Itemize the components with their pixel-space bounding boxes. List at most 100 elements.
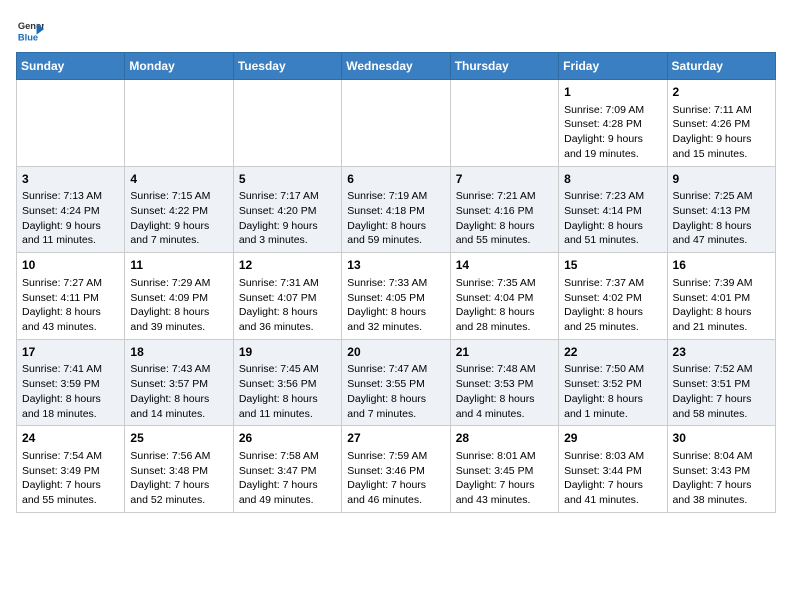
sunset-text: Sunset: 3:43 PM [673,464,770,479]
sunset-text: Sunset: 4:20 PM [239,204,336,219]
calendar-cell: 12Sunrise: 7:31 AMSunset: 4:07 PMDayligh… [233,253,341,340]
sunset-text: Sunset: 3:48 PM [130,464,227,479]
sunrise-text: Sunrise: 7:29 AM [130,276,227,291]
sunset-text: Sunset: 4:26 PM [673,117,770,132]
day-number: 24 [22,430,119,447]
logo-icon: General Blue [16,16,44,44]
sunrise-text: Sunrise: 7:35 AM [456,276,553,291]
sunrise-text: Sunrise: 7:39 AM [673,276,770,291]
sunrise-text: Sunrise: 7:50 AM [564,362,661,377]
daylight-text: Daylight: 8 hours and 4 minutes. [456,392,553,421]
daylight-text: Daylight: 8 hours and 36 minutes. [239,305,336,334]
sunset-text: Sunset: 3:49 PM [22,464,119,479]
sunrise-text: Sunrise: 7:47 AM [347,362,444,377]
sunrise-text: Sunrise: 7:33 AM [347,276,444,291]
weekday-header-friday: Friday [559,53,667,80]
calendar-cell [17,80,125,167]
daylight-text: Daylight: 7 hours and 49 minutes. [239,478,336,507]
calendar-week-row: 17Sunrise: 7:41 AMSunset: 3:59 PMDayligh… [17,339,776,426]
sunrise-text: Sunrise: 7:59 AM [347,449,444,464]
day-number: 15 [564,257,661,274]
calendar-cell: 17Sunrise: 7:41 AMSunset: 3:59 PMDayligh… [17,339,125,426]
calendar-cell: 2Sunrise: 7:11 AMSunset: 4:26 PMDaylight… [667,80,775,167]
daylight-text: Daylight: 8 hours and 59 minutes. [347,219,444,248]
daylight-text: Daylight: 7 hours and 46 minutes. [347,478,444,507]
daylight-text: Daylight: 8 hours and 21 minutes. [673,305,770,334]
sunrise-text: Sunrise: 7:31 AM [239,276,336,291]
calendar-cell [450,80,558,167]
sunset-text: Sunset: 4:13 PM [673,204,770,219]
day-number: 21 [456,344,553,361]
calendar-cell: 4Sunrise: 7:15 AMSunset: 4:22 PMDaylight… [125,166,233,253]
weekday-header-thursday: Thursday [450,53,558,80]
day-number: 4 [130,171,227,188]
day-number: 25 [130,430,227,447]
calendar-cell: 22Sunrise: 7:50 AMSunset: 3:52 PMDayligh… [559,339,667,426]
weekday-header-saturday: Saturday [667,53,775,80]
sunrise-text: Sunrise: 8:03 AM [564,449,661,464]
calendar-cell: 8Sunrise: 7:23 AMSunset: 4:14 PMDaylight… [559,166,667,253]
sunrise-text: Sunrise: 8:04 AM [673,449,770,464]
calendar-cell: 19Sunrise: 7:45 AMSunset: 3:56 PMDayligh… [233,339,341,426]
calendar-cell [125,80,233,167]
day-number: 9 [673,171,770,188]
sunrise-text: Sunrise: 7:25 AM [673,189,770,204]
sunset-text: Sunset: 4:01 PM [673,291,770,306]
calendar-cell [342,80,450,167]
daylight-text: Daylight: 7 hours and 52 minutes. [130,478,227,507]
sunset-text: Sunset: 3:47 PM [239,464,336,479]
day-number: 18 [130,344,227,361]
daylight-text: Daylight: 8 hours and 55 minutes. [456,219,553,248]
calendar-cell: 16 Sunrise: 7:39 AMSunset: 4:01 PMDayligh… [667,253,775,340]
calendar-week-row: 3Sunrise: 7:13 AMSunset: 4:24 PMDaylight… [17,166,776,253]
sunset-text: Sunset: 4:09 PM [130,291,227,306]
day-number: 16 [673,257,770,274]
weekday-header-monday: Monday [125,53,233,80]
sunrise-text: Sunrise: 7:56 AM [130,449,227,464]
day-number: 22 [564,344,661,361]
sunset-text: Sunset: 4:24 PM [22,204,119,219]
calendar-cell: 13Sunrise: 7:33 AMSunset: 4:05 PMDayligh… [342,253,450,340]
day-number: 20 [347,344,444,361]
sunrise-text: Sunrise: 7:48 AM [456,362,553,377]
calendar-week-row: 10Sunrise: 7:27 AMSunset: 4:11 PMDayligh… [17,253,776,340]
calendar-cell: 6Sunrise: 7:19 AMSunset: 4:18 PMDaylight… [342,166,450,253]
day-number: 17 [22,344,119,361]
sunset-text: Sunset: 3:56 PM [239,377,336,392]
daylight-text: Daylight: 8 hours and 11 minutes. [239,392,336,421]
svg-text:Blue: Blue [18,32,38,42]
sunset-text: Sunset: 3:51 PM [673,377,770,392]
day-number: 10 [22,257,119,274]
calendar-cell: 23Sunrise: 7:52 AMSunset: 3:51 PMDayligh… [667,339,775,426]
sunset-text: Sunset: 3:52 PM [564,377,661,392]
sunset-text: Sunset: 3:44 PM [564,464,661,479]
sunset-text: Sunset: 3:59 PM [22,377,119,392]
sunset-text: Sunset: 3:45 PM [456,464,553,479]
daylight-text: Daylight: 7 hours and 38 minutes. [673,478,770,507]
sunset-text: Sunset: 4:18 PM [347,204,444,219]
logo: General Blue [16,16,44,44]
day-number: 12 [239,257,336,274]
calendar-cell: 15Sunrise: 7:37 AMSunset: 4:02 PMDayligh… [559,253,667,340]
calendar-cell: 26Sunrise: 7:58 AMSunset: 3:47 PMDayligh… [233,426,341,513]
daylight-text: Daylight: 8 hours and 18 minutes. [22,392,119,421]
day-number: 26 [239,430,336,447]
calendar-cell [233,80,341,167]
calendar-cell: 9Sunrise: 7:25 AMSunset: 4:13 PMDaylight… [667,166,775,253]
sunrise-text: Sunrise: 7:37 AM [564,276,661,291]
sunset-text: Sunset: 3:55 PM [347,377,444,392]
weekday-header-sunday: Sunday [17,53,125,80]
sunrise-text: Sunrise: 7:27 AM [22,276,119,291]
day-number: 1 [564,84,661,101]
sunset-text: Sunset: 4:04 PM [456,291,553,306]
daylight-text: Daylight: 8 hours and 39 minutes. [130,305,227,334]
daylight-text: Daylight: 8 hours and 7 minutes. [347,392,444,421]
sunrise-text: Sunrise: 7:17 AM [239,189,336,204]
calendar-cell: 20Sunrise: 7:47 AMSunset: 3:55 PMDayligh… [342,339,450,426]
sunrise-text: Sunrise: 7:11 AM [673,103,770,118]
day-number: 2 [673,84,770,101]
day-number: 13 [347,257,444,274]
sunrise-text: Sunrise: 7:45 AM [239,362,336,377]
daylight-text: Daylight: 8 hours and 47 minutes. [673,219,770,248]
calendar-cell: 1Sunrise: 7:09 AMSunset: 4:28 PMDaylight… [559,80,667,167]
